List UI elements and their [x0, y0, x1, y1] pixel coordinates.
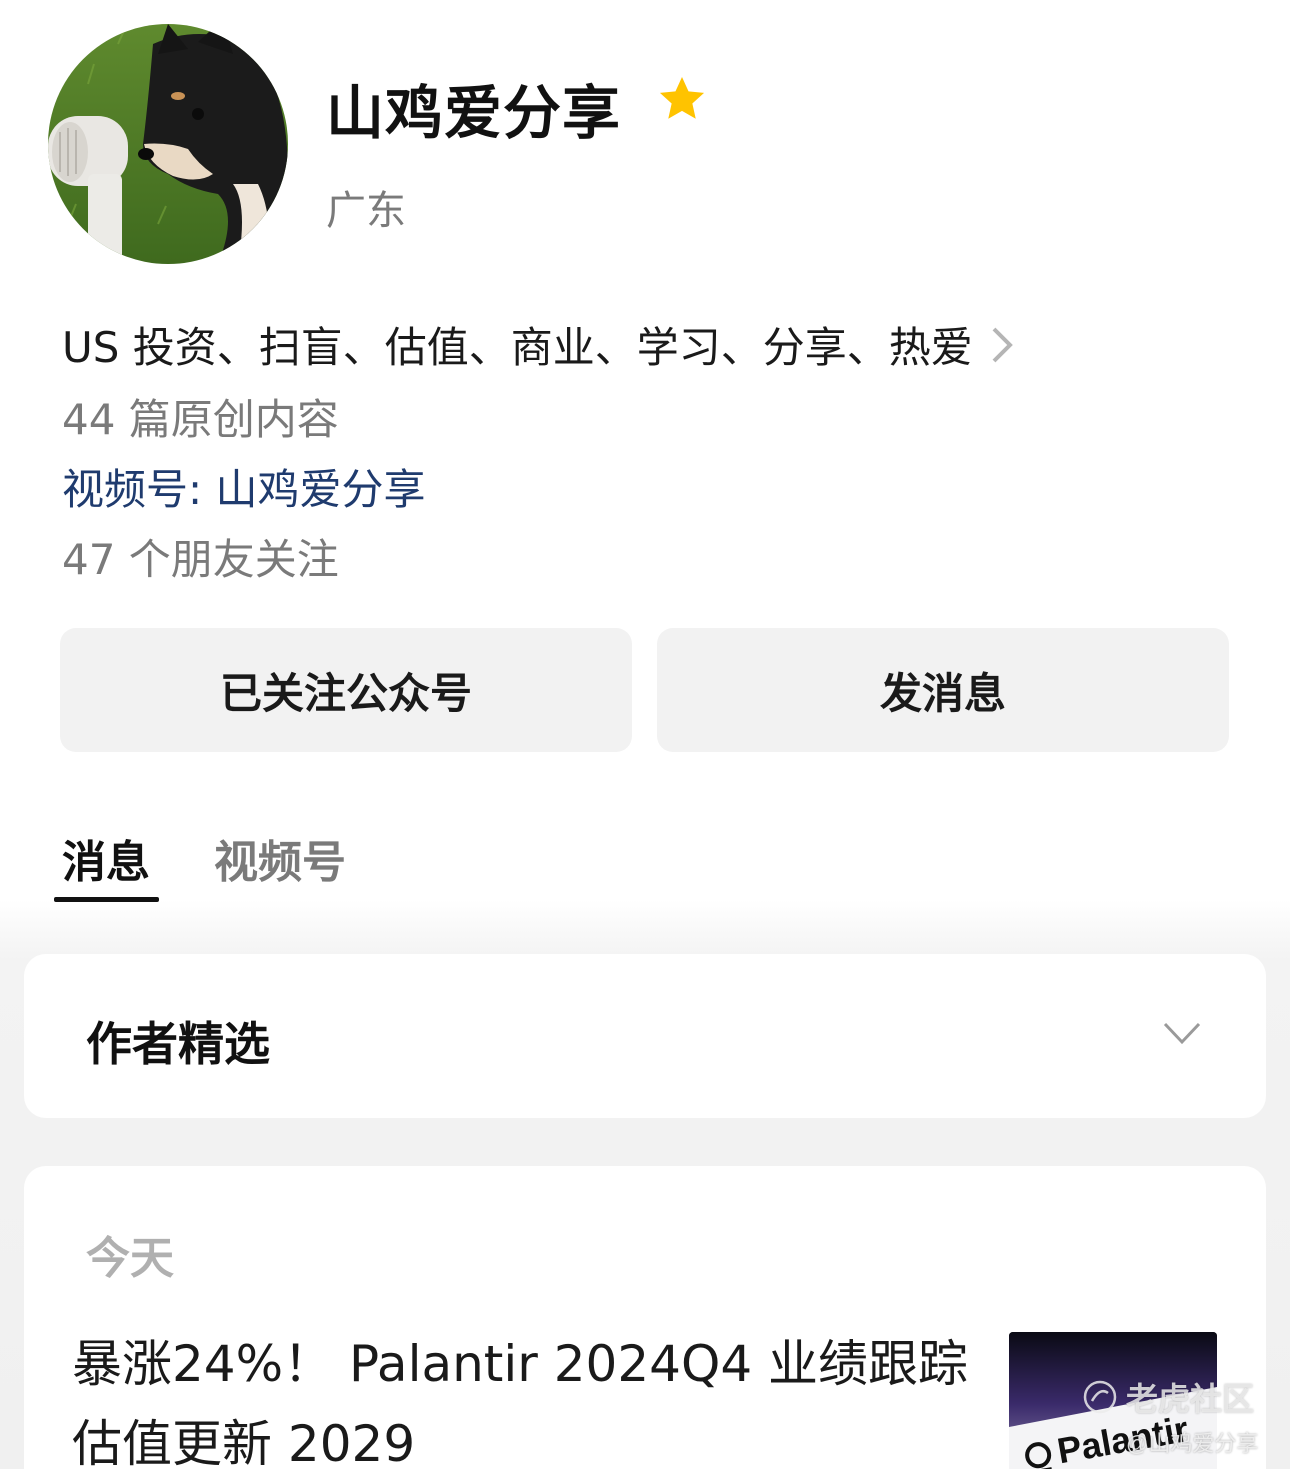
feed-card: 今天 暴涨24%！ Palantir 2024Q4 业绩跟踪估值更新 2029 …	[24, 1166, 1266, 1469]
send-message-button[interactable]: 发消息	[657, 628, 1229, 752]
featured-section[interactable]: 作者精选	[24, 954, 1266, 1118]
chevron-right-icon	[992, 327, 1013, 362]
tab-messages[interactable]: 消息	[62, 826, 150, 890]
watermark-author: @山鸡爱分享	[1126, 1431, 1259, 1456]
tiger-logo-icon	[1083, 1380, 1117, 1414]
profile-name: 山鸡爱分享	[326, 79, 622, 147]
followed-button-label: 已关注公众号	[219, 668, 472, 718]
send-message-button-label: 发消息	[879, 668, 1006, 718]
article-title[interactable]: 暴涨24%！ Palantir 2024Q4 业绩跟踪估值更新 2029	[72, 1324, 972, 1469]
featured-title: 作者精选	[86, 1017, 270, 1071]
original-count[interactable]: 44 篇原创内容	[62, 386, 339, 447]
tab-channels[interactable]: 视频号	[214, 826, 346, 890]
date-label: 今天	[86, 1233, 174, 1284]
channel-link[interactable]: 视频号: 山鸡爱分享	[62, 456, 426, 517]
followed-button[interactable]: 已关注公众号	[60, 628, 632, 752]
active-tab-indicator	[54, 897, 159, 902]
watermark-brand-text: 老虎社区	[1126, 1381, 1255, 1417]
star-icon	[659, 76, 705, 119]
bio-text: US 投资、扫盲、估值、商业、学习、分享、热爱	[62, 323, 973, 372]
watermark: 老虎社区 @山鸡爱分享	[1082, 1370, 1272, 1460]
watermark-brand: 老虎社区	[1082, 1374, 1254, 1420]
friends-following[interactable]: 47 个朋友关注	[62, 526, 339, 587]
profile-bio[interactable]: US 投资、扫盲、估值、商业、学习、分享、热爱	[62, 314, 1017, 375]
chevron-down-icon[interactable]	[1162, 1020, 1202, 1048]
avatar[interactable]	[48, 24, 288, 264]
profile-region: 广东	[326, 188, 406, 234]
